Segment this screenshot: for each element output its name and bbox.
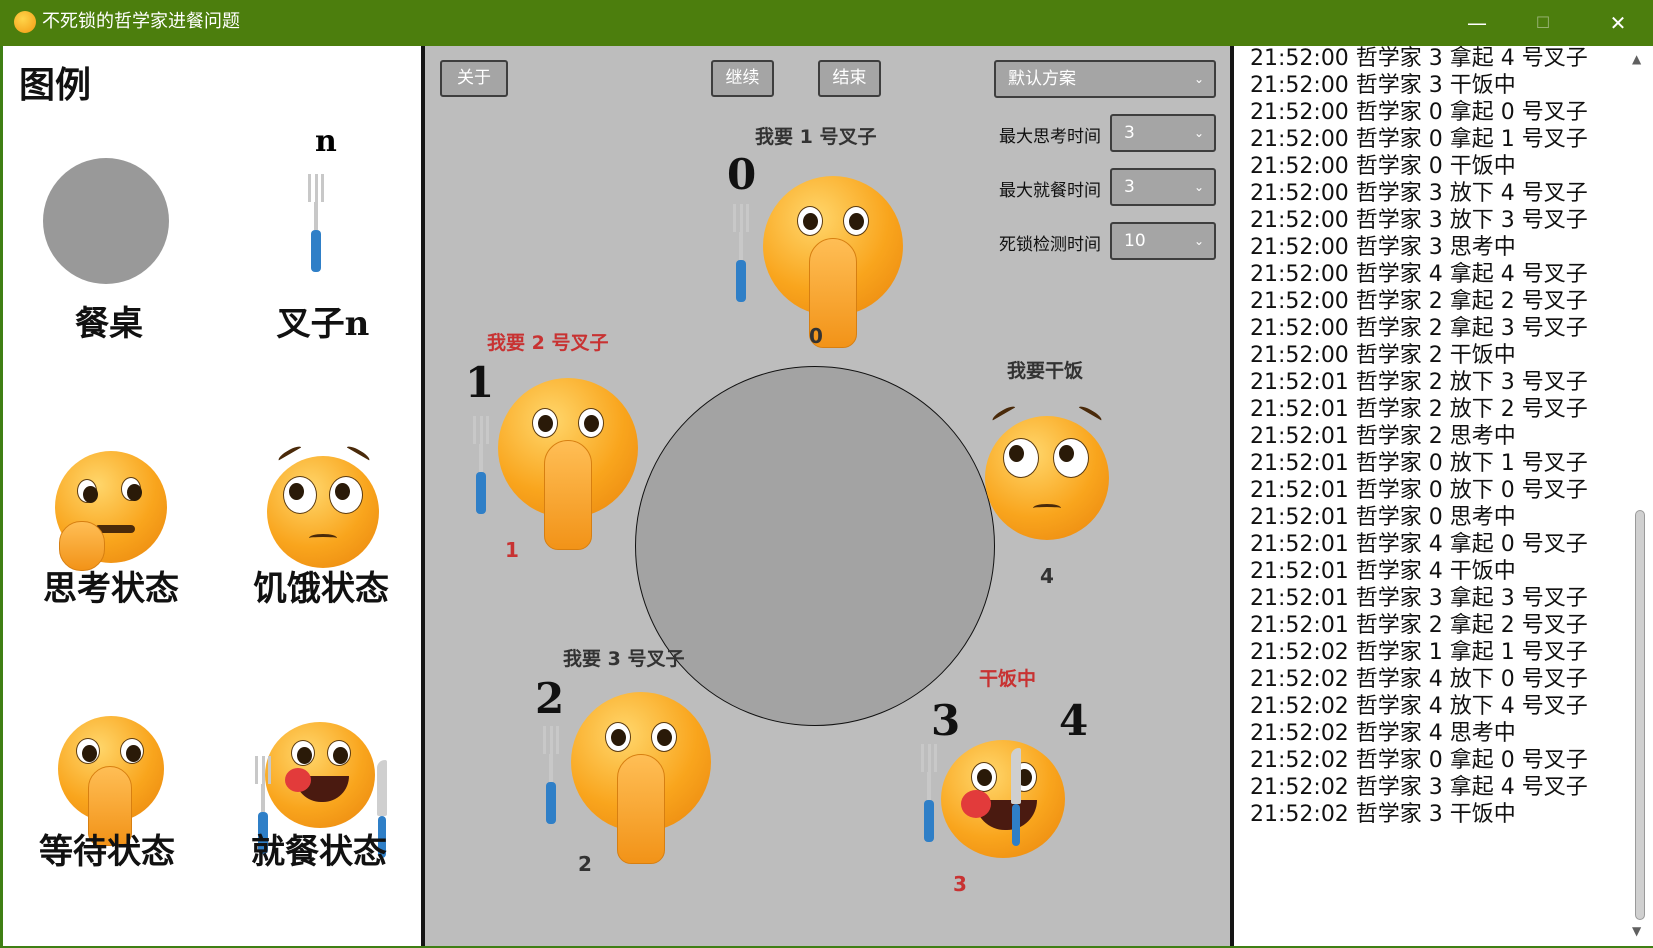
- fork-number-4: 4: [1059, 696, 1089, 745]
- philosopher-1-index: 1: [505, 538, 519, 562]
- philosopher-0-index: 0: [809, 324, 823, 348]
- pleading-face-icon: [267, 444, 379, 568]
- fork-icon: [308, 174, 324, 274]
- speech-philosopher-0: 我要 1 号叉子: [755, 126, 877, 148]
- philosopher-0-waiting-icon: [763, 176, 903, 348]
- legend-label-fork: 叉子n: [276, 304, 370, 344]
- fork-number-0: 0: [727, 150, 757, 199]
- log-scrollbar[interactable]: ▲ ▼: [1629, 50, 1649, 942]
- legend-label-table: 餐桌: [75, 304, 143, 344]
- deadlock-label: 死锁检测时间: [999, 235, 1101, 255]
- fork-1-icon: [473, 416, 489, 516]
- fork-number-1: 1: [465, 358, 495, 407]
- legend-label-waiting: 等待状态: [39, 832, 175, 872]
- dining-table: [635, 366, 995, 726]
- continue-button[interactable]: 继续: [711, 60, 774, 97]
- legend-label-thinking: 思考状态: [43, 569, 179, 609]
- scroll-down-icon[interactable]: ▼: [1632, 924, 1641, 938]
- philosopher-2-index: 2: [578, 852, 592, 876]
- chevron-down-icon: ⌄: [1193, 126, 1204, 140]
- chevron-down-icon: ⌄: [1193, 72, 1204, 86]
- speech-philosopher-4: 我要干饭: [1007, 360, 1084, 382]
- legend-panel: 图例 餐桌 n 叉子n 思考状态 饥饿状态 等待状态 就餐状态: [3, 46, 421, 946]
- legend-title: 图例: [19, 64, 92, 106]
- chevron-down-icon: ⌄: [1193, 234, 1204, 248]
- deadlock-select[interactable]: 10 ⌄: [1110, 222, 1216, 260]
- eating-face-icon: [265, 722, 375, 828]
- window-title: 不死锁的哲学家进餐问题: [42, 11, 240, 32]
- preset-select[interactable]: 默认方案 ⌄: [994, 60, 1216, 98]
- about-button[interactable]: 关于: [440, 60, 508, 97]
- speech-philosopher-1: 我要 2 号叉子: [487, 332, 609, 354]
- fork-number-2: 2: [535, 674, 565, 723]
- philosopher-4-index: 4: [1040, 564, 1054, 588]
- philosopher-2-waiting-icon: [571, 692, 711, 864]
- table-icon: [43, 158, 169, 284]
- philosopher-3-eating-icon: [941, 740, 1065, 858]
- max-eat-value: 3: [1124, 177, 1135, 197]
- philosopher-4-hungry-icon: [985, 404, 1109, 540]
- speech-philosopher-3: 干饭中: [979, 668, 1037, 690]
- philosopher-1-waiting-icon: [498, 378, 638, 550]
- scroll-thumb[interactable]: [1635, 510, 1645, 920]
- max-think-select[interactable]: 3 ⌄: [1110, 114, 1216, 152]
- fork-number-3: 3: [931, 696, 961, 745]
- simulation-canvas: 关于 继续 结束 默认方案 ⌄ 最大思考时间 3 ⌄ 最大就餐时间 3 ⌄ 死锁…: [425, 46, 1230, 946]
- legend-fork-number: n: [315, 124, 337, 159]
- legend-label-hungry: 饥饿状态: [253, 569, 389, 609]
- deadlock-value: 10: [1124, 231, 1146, 251]
- max-eat-select[interactable]: 3 ⌄: [1110, 168, 1216, 206]
- legend-label-eating: 就餐状态: [251, 832, 387, 872]
- log-line: 21:52:02 哲学家 3 干饭中: [1250, 802, 1516, 827]
- fork-3-icon: [921, 744, 937, 844]
- fork-0-icon: [733, 204, 749, 304]
- philosopher-3-index: 3: [953, 872, 967, 896]
- knife-4-icon: [1011, 748, 1021, 848]
- max-think-label: 最大思考时间: [999, 127, 1101, 147]
- end-button[interactable]: 结束: [818, 60, 881, 97]
- close-button[interactable]: ✕: [1585, 0, 1651, 46]
- max-eat-label: 最大就餐时间: [999, 181, 1101, 201]
- max-think-value: 3: [1124, 123, 1135, 143]
- chevron-down-icon: ⌄: [1193, 180, 1204, 194]
- scroll-up-icon[interactable]: ▲: [1632, 52, 1641, 66]
- fork-2-icon: [543, 726, 559, 826]
- preset-select-value: 默认方案: [1008, 69, 1076, 89]
- praying-face-icon: [58, 716, 164, 846]
- event-log[interactable]: 21:52:00 哲学家 3 拿起 4 号叉子 21:52:00 哲学家 3 干…: [1234, 46, 1653, 946]
- thinking-face-icon: [55, 451, 167, 571]
- speech-philosopher-2: 我要 3 号叉子: [563, 648, 685, 670]
- app-icon: [14, 11, 36, 33]
